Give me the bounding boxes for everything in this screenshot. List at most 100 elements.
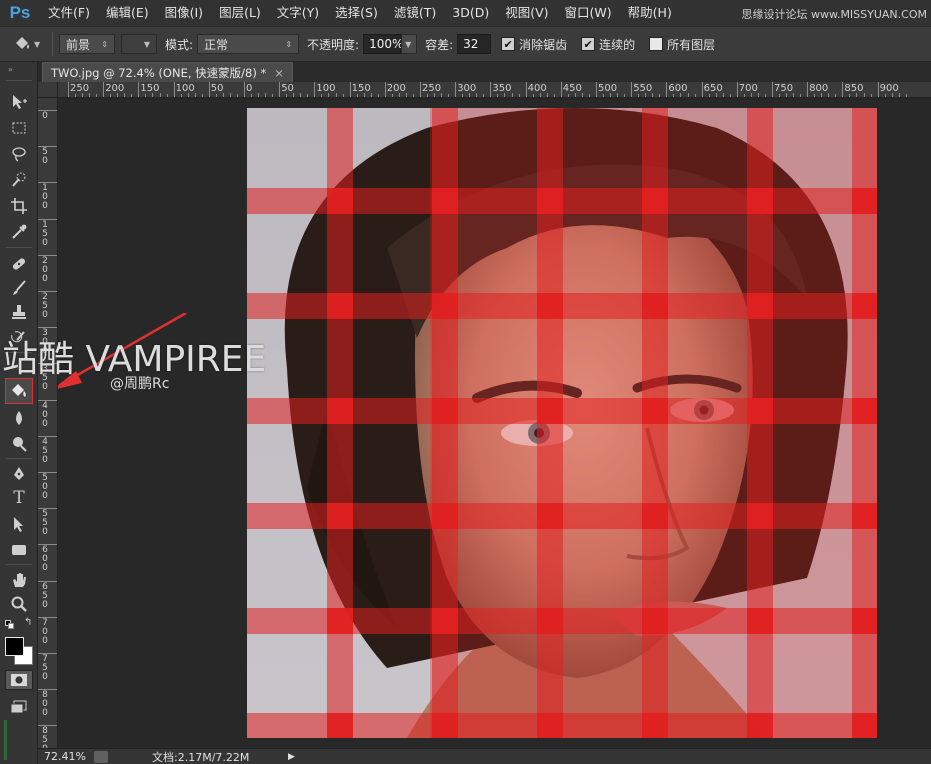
ruler-minor-tick <box>659 94 661 97</box>
menu-type[interactable]: 文字(Y) <box>269 0 327 26</box>
quick-mask-button[interactable] <box>5 670 33 690</box>
panel-collapse-icon[interactable]: » <box>8 65 13 74</box>
all-layers-label: 所有图层 <box>667 37 716 52</box>
fill-source-select[interactable]: 前景 ⇕ <box>59 34 115 54</box>
ruler-tick <box>666 82 668 97</box>
marquee-tool-icon[interactable] <box>6 116 32 140</box>
menu-window[interactable]: 窗口(W) <box>557 0 620 26</box>
ruler-minor-tick <box>497 94 499 97</box>
ruler-tick <box>38 399 57 401</box>
ruler-label: 550 <box>633 83 653 94</box>
ruler-label: 700 <box>42 617 48 646</box>
path-select-tool-icon[interactable] <box>6 512 32 536</box>
document-canvas[interactable] <box>247 108 877 738</box>
ruler-label: 250 <box>422 83 442 94</box>
ruler-label: 200 <box>386 83 406 94</box>
ruler-minor-tick <box>870 94 872 97</box>
ruler-minor-tick <box>300 93 302 97</box>
ruler-tick <box>38 254 57 256</box>
all-layers-checkbox[interactable] <box>649 37 664 51</box>
menu-file[interactable]: 文件(F) <box>40 0 98 26</box>
canvas-workspace[interactable] <box>58 98 931 748</box>
ruler-label: 450 <box>42 436 48 465</box>
ruler-tick <box>38 218 57 220</box>
mode-select[interactable]: 正常 ⇕ <box>197 34 300 54</box>
ruler-origin[interactable] <box>38 82 58 98</box>
ruler-minor-tick <box>307 94 309 97</box>
ruler-minor-tick <box>511 93 513 97</box>
mode-value: 正常 <box>204 37 229 52</box>
ruler-minor-tick <box>110 94 112 97</box>
menu-help[interactable]: 帮助(H) <box>620 0 680 26</box>
menu-edit[interactable]: 编辑(E) <box>98 0 157 26</box>
ruler-label: 650 <box>703 83 723 94</box>
ruler-minor-tick <box>462 94 464 97</box>
move-tool-icon[interactable] <box>6 90 32 114</box>
type-tool-icon[interactable]: T <box>6 486 32 510</box>
clone-stamp-tool-icon[interactable] <box>6 300 32 324</box>
hand-tool-icon[interactable] <box>6 568 32 592</box>
menu-select[interactable]: 选择(S) <box>327 0 386 26</box>
foreground-color-swatch[interactable] <box>5 637 24 656</box>
antialias-checkbox[interactable]: ✔ <box>501 37 516 51</box>
zoom-level[interactable]: 72.41% <box>38 750 92 763</box>
vertical-ruler[interactable]: 0501001502002503003504004505005506006507… <box>38 98 58 748</box>
document-info-icon[interactable] <box>94 750 108 763</box>
menu-image[interactable]: 图像(I) <box>157 0 211 26</box>
pen-tool-icon[interactable] <box>6 462 32 486</box>
ruler-label: 500 <box>42 473 48 501</box>
menu-view[interactable]: 视图(V) <box>497 0 556 26</box>
mask-intersection <box>537 503 563 529</box>
menu-layer[interactable]: 图层(L) <box>211 0 269 26</box>
healing-brush-tool-icon[interactable] <box>6 252 32 276</box>
ruler-tick <box>490 82 492 97</box>
blur-tool-icon[interactable] <box>6 406 32 430</box>
mask-intersection <box>642 503 668 529</box>
pattern-picker[interactable]: ▼ <box>121 34 157 54</box>
ruler-minor-tick <box>779 94 781 97</box>
status-menu-arrow[interactable]: ▶ <box>288 752 295 762</box>
horizontal-ruler[interactable]: 250 200 150 100 50 0 50 100 150 200 250 300 350 400 45… <box>58 82 931 98</box>
zoom-tool-icon[interactable] <box>6 592 32 616</box>
mask-intersection <box>537 608 563 634</box>
menu-filter[interactable]: 滤镜(T) <box>386 0 444 26</box>
lasso-tool-icon[interactable] <box>6 142 32 166</box>
ruler-tick <box>631 82 633 97</box>
swap-colors-icon[interactable]: ↰ <box>24 617 32 628</box>
dodge-tool-icon[interactable] <box>6 432 32 456</box>
tool-separator <box>6 80 32 81</box>
menu-3d[interactable]: 3D(D) <box>444 0 497 26</box>
tool-separator <box>6 247 32 248</box>
ruler-minor-tick <box>391 94 393 97</box>
mask-intersection <box>642 608 668 634</box>
shape-tool-icon[interactable] <box>6 538 32 562</box>
ruler-minor-tick <box>236 94 238 97</box>
ruler-tick <box>807 82 809 97</box>
ruler-label: 300 <box>457 83 477 94</box>
ruler-minor-tick <box>518 94 520 97</box>
crop-tool-icon[interactable] <box>6 194 32 218</box>
paint-bucket-preset-icon[interactable]: ▼ <box>12 35 46 53</box>
close-icon[interactable]: × <box>274 66 284 80</box>
ruler-minor-tick <box>532 94 534 97</box>
opacity-input[interactable]: 100% <box>363 34 403 54</box>
screen-mode-button[interactable] <box>8 700 30 716</box>
ruler-minor-tick <box>764 94 766 97</box>
contiguous-checkbox[interactable]: ✔ <box>581 37 596 51</box>
ruler-minor-tick <box>356 94 358 97</box>
chevron-down-icon: ▼ <box>405 39 412 49</box>
ruler-minor-tick <box>652 93 654 97</box>
ruler-tick <box>38 472 57 473</box>
opacity-slider-button[interactable]: ▼ <box>401 34 418 54</box>
tolerance-input[interactable]: 32 <box>457 34 492 54</box>
eyedropper-tool-icon[interactable] <box>6 220 32 244</box>
ruler-label: 250 <box>42 292 48 320</box>
ruler-tick <box>349 82 351 97</box>
ruler-minor-tick <box>342 94 344 97</box>
ruler-tick <box>38 580 57 582</box>
ruler-label: 850 <box>844 83 864 94</box>
brush-tool-icon[interactable] <box>6 276 32 300</box>
quick-select-tool-icon[interactable] <box>6 168 32 192</box>
default-colors-icon[interactable] <box>5 620 15 629</box>
document-tab[interactable]: TWO.jpg @ 72.4% (ONE, 快速蒙版/8) * × <box>42 62 293 82</box>
